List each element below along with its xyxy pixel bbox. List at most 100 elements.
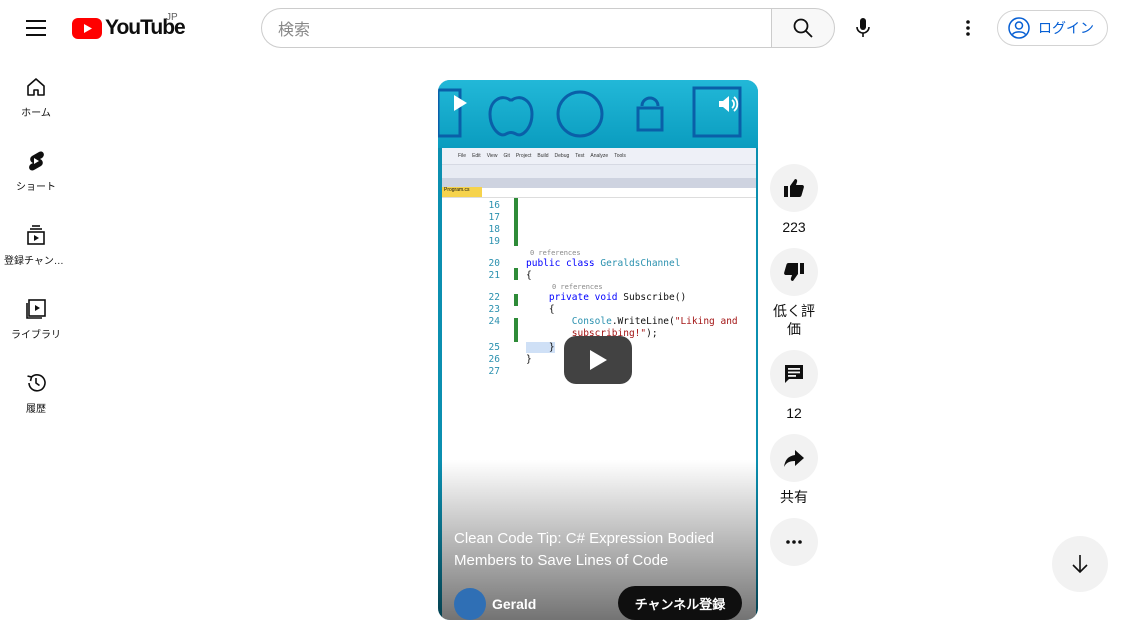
code-line: { bbox=[526, 304, 555, 315]
arrow-down-icon bbox=[1072, 555, 1088, 574]
library-icon bbox=[26, 299, 46, 319]
search-button[interactable] bbox=[771, 8, 835, 48]
comment-icon bbox=[785, 365, 803, 383]
like-button[interactable] bbox=[770, 164, 818, 212]
more-horizontal-icon bbox=[786, 540, 802, 544]
ide-menu-item: Edit bbox=[472, 153, 481, 159]
avatar[interactable] bbox=[454, 588, 486, 620]
shorts-video-player[interactable]: File Edit View Git Project Build Debug T… bbox=[438, 80, 758, 620]
ide-menu-item: Tools bbox=[614, 153, 626, 159]
like-count: 223 bbox=[782, 219, 806, 235]
code-line: public class GeraldsChannel bbox=[526, 258, 681, 269]
sidebar-item-label: 登録チャンネル bbox=[4, 256, 68, 267]
code-line: { bbox=[526, 270, 532, 281]
search-input[interactable]: 検索 bbox=[261, 8, 771, 48]
line-number: 25 bbox=[488, 342, 500, 353]
dislike-button[interactable] bbox=[770, 248, 818, 296]
sidebar-item-label: 履歴 bbox=[26, 404, 46, 415]
subscribe-button[interactable]: チャンネル登録 bbox=[618, 586, 742, 620]
code-line: } bbox=[526, 342, 555, 353]
center-play-button[interactable] bbox=[564, 336, 632, 384]
channel-info[interactable]: Gerald bbox=[454, 588, 536, 620]
play-icon bbox=[590, 350, 607, 370]
menu-button[interactable] bbox=[20, 12, 52, 44]
code-line: Console.WriteLine("Liking and bbox=[571, 316, 738, 327]
ide-toolbar bbox=[442, 164, 756, 178]
top-bar: YouTube JP 検索 ログイン bbox=[0, 0, 1124, 56]
video-title[interactable]: Clean Code Tip: C# Expression Bodied Mem… bbox=[454, 528, 744, 572]
line-number: 23 bbox=[488, 304, 500, 315]
action-bar: 223 低く評価 12 共有 bbox=[768, 164, 820, 578]
home-icon bbox=[27, 78, 45, 96]
line-number: 26 bbox=[488, 354, 500, 365]
code-line: } bbox=[526, 354, 532, 365]
ide-menu-item: View bbox=[486, 153, 498, 159]
search-icon bbox=[793, 18, 813, 38]
sidebar-item-label: ライブラリ bbox=[11, 330, 61, 341]
dislike-label: 低く評価 bbox=[773, 303, 815, 337]
settings-menu-button[interactable] bbox=[952, 12, 984, 44]
dislike-action: 低く評価 bbox=[768, 248, 820, 338]
login-button[interactable]: ログイン bbox=[997, 10, 1108, 46]
code-lens: 0 references bbox=[552, 283, 603, 291]
line-number: 19 bbox=[488, 236, 500, 247]
sidebar-item-label: ホーム bbox=[21, 108, 51, 119]
change-marker bbox=[514, 318, 518, 342]
youtube-play-logo-icon bbox=[72, 17, 102, 39]
line-number: 18 bbox=[488, 224, 500, 235]
channel-name[interactable]: Gerald bbox=[492, 596, 536, 612]
comment-button[interactable] bbox=[770, 350, 818, 398]
code-lens: 0 references bbox=[530, 249, 581, 257]
change-marker bbox=[514, 198, 518, 246]
ide-menu-item: File bbox=[458, 153, 467, 159]
subscriptions-icon bbox=[27, 225, 45, 245]
player-play-button[interactable] bbox=[452, 94, 468, 117]
ide-menu-item: Test bbox=[575, 153, 585, 159]
next-video-button[interactable] bbox=[1052, 536, 1108, 592]
ide-tab-bar: Program.cs bbox=[442, 178, 756, 197]
voice-search-button[interactable] bbox=[843, 8, 883, 48]
sidebar: ホーム ショート 登録チャンネル ライブラリ 履歴 bbox=[0, 60, 72, 430]
ide-menu-item: Build bbox=[537, 153, 549, 159]
sidebar-item-shorts[interactable]: ショート bbox=[0, 134, 72, 208]
sidebar-item-home[interactable]: ホーム bbox=[0, 60, 72, 134]
share-button[interactable] bbox=[770, 434, 818, 482]
history-icon bbox=[27, 374, 46, 392]
share-label: 共有 bbox=[780, 489, 808, 505]
code-line: private void Subscribe() bbox=[548, 292, 687, 303]
ide-menu-item: Project bbox=[515, 153, 532, 159]
player-volume-button[interactable] bbox=[718, 94, 740, 119]
search-bar: 検索 bbox=[261, 8, 835, 48]
sidebar-item-subscriptions[interactable]: 登録チャンネル bbox=[0, 208, 72, 282]
line-number: 20 bbox=[488, 258, 500, 269]
sidebar-item-history[interactable]: 履歴 bbox=[0, 356, 72, 430]
ide-menu-item: Debug bbox=[554, 153, 570, 159]
change-marker bbox=[514, 268, 518, 280]
video-banner bbox=[438, 80, 758, 148]
sidebar-item-library[interactable]: ライブラリ bbox=[0, 282, 72, 356]
more-action bbox=[768, 518, 820, 566]
more-actions-button[interactable] bbox=[770, 518, 818, 566]
line-number: 17 bbox=[488, 212, 500, 223]
line-number: 27 bbox=[488, 366, 500, 377]
ide-menu-bar: File Edit View Git Project Build Debug T… bbox=[442, 148, 756, 164]
sidebar-item-label: ショート bbox=[16, 182, 56, 193]
change-marker bbox=[514, 294, 518, 306]
line-number: 16 bbox=[488, 200, 500, 211]
login-label: ログイン bbox=[1038, 20, 1094, 36]
microphone-icon bbox=[856, 18, 870, 37]
more-vertical-icon bbox=[966, 20, 970, 36]
region-code: JP bbox=[166, 12, 178, 23]
play-icon bbox=[454, 95, 467, 111]
hamburger-icon bbox=[26, 20, 46, 36]
line-number: 24 bbox=[488, 316, 500, 327]
thumb-down-icon bbox=[784, 263, 804, 281]
like-action: 223 bbox=[768, 164, 820, 236]
share-icon bbox=[784, 450, 804, 467]
ide-menu-item: Git bbox=[503, 153, 510, 159]
share-action: 共有 bbox=[768, 434, 820, 506]
ide-menu-item: Analyze bbox=[590, 153, 609, 159]
shorts-icon bbox=[29, 151, 44, 171]
volume-icon bbox=[719, 96, 739, 112]
thumb-up-icon bbox=[784, 179, 804, 197]
